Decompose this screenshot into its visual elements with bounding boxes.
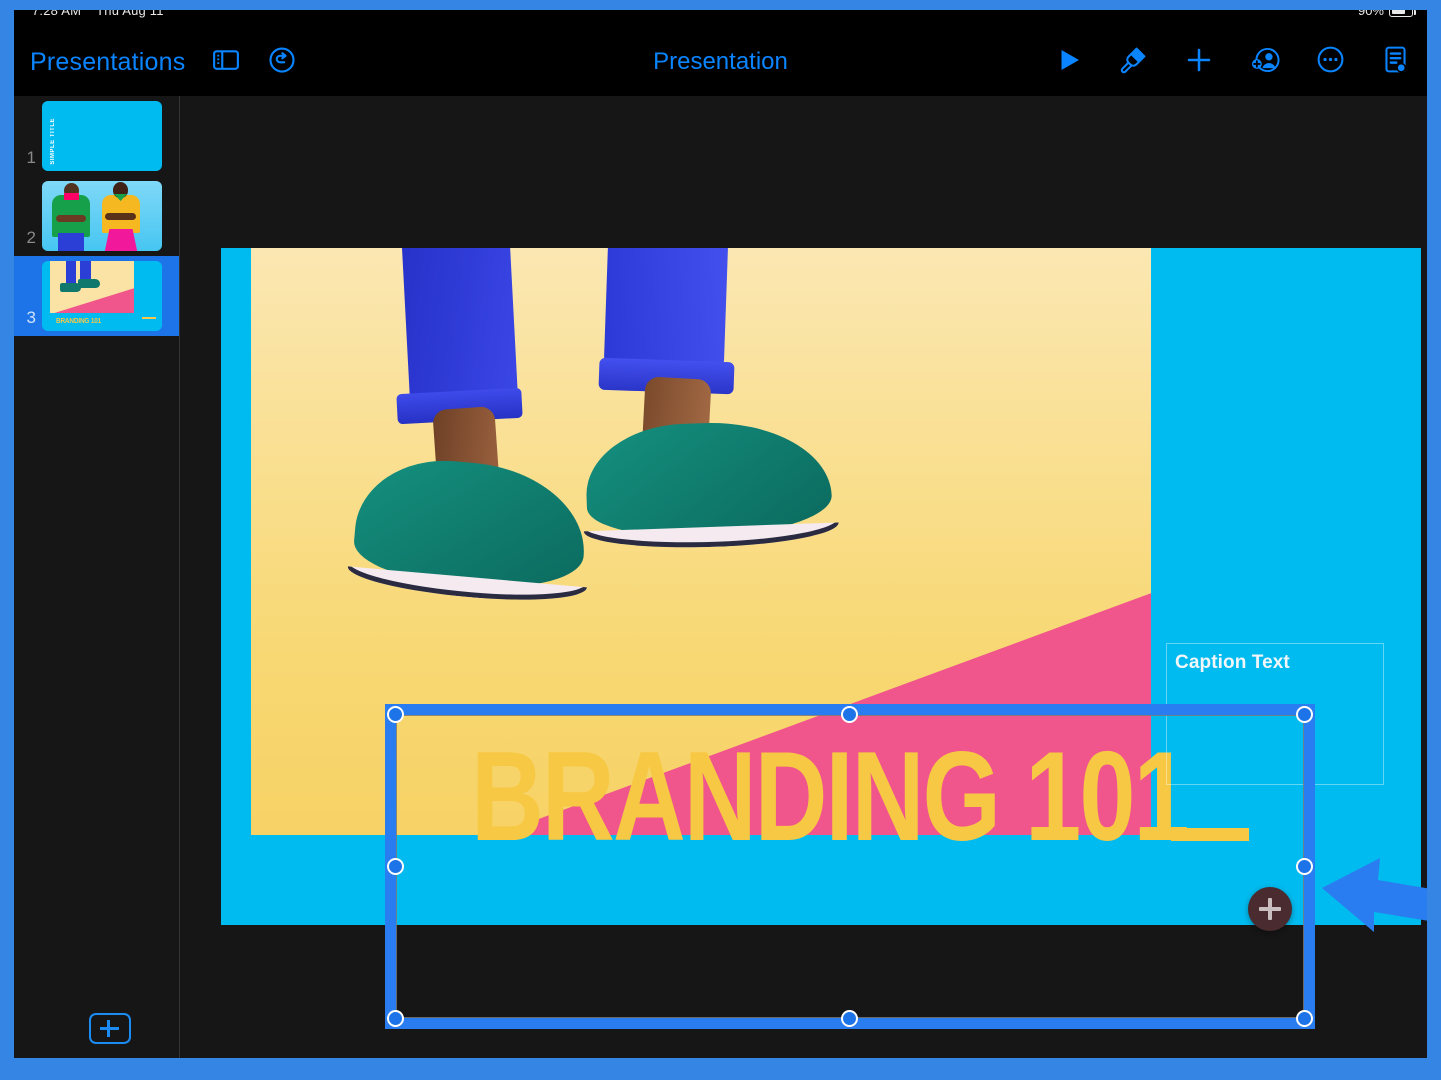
resize-handle-bottom-center[interactable]: [841, 1010, 858, 1027]
app-toolbar: Presentations Presentation: [14, 28, 1427, 96]
slide-title-text[interactable]: BRANDING 101: [471, 734, 1190, 860]
editor-body: 1 SIMPLE TITLE 2 3 BRANDING 101 BRANDING…: [14, 96, 1427, 1058]
slide-canvas[interactable]: BRANDING 101 Caption Text: [221, 248, 1421, 925]
shoe-left: [346, 453, 591, 608]
toolbar-left-group: Presentations: [14, 45, 297, 80]
caption-placeholder-box[interactable]: Caption Text: [1166, 643, 1384, 785]
status-bar-time: 7:28 AM: [32, 10, 82, 18]
trouser-leg-right: [603, 248, 729, 371]
sidebar-icon[interactable]: [211, 45, 241, 80]
add-person-icon[interactable]: [1249, 44, 1281, 81]
caption-placeholder-text: Caption Text: [1175, 652, 1290, 673]
resize-handle-top-left[interactable]: [387, 706, 404, 723]
undo-icon[interactable]: [267, 45, 297, 80]
back-to-presentations-button[interactable]: Presentations: [30, 48, 185, 77]
status-bar-right: 90%: [1357, 10, 1416, 18]
slide-thumbnail-image: BRANDING 101: [42, 261, 162, 331]
slide-thumbnail-1[interactable]: 1 SIMPLE TITLE: [14, 96, 179, 176]
slide-thumbnail-image: [42, 181, 162, 251]
status-bar-left: 7:28 AM Thu Aug 11: [32, 10, 164, 18]
resize-handle-bottom-left[interactable]: [387, 1010, 404, 1027]
resize-handle-middle-right[interactable]: [1296, 857, 1313, 875]
slide-navigator[interactable]: 1 SIMPLE TITLE 2 3 BRANDING 101: [14, 96, 180, 1058]
toolbar-right-group: [1054, 44, 1411, 81]
slide-thumbnail-image: SIMPLE TITLE: [42, 101, 162, 171]
add-object-button[interactable]: [1248, 887, 1292, 931]
resize-handle-middle-left[interactable]: [387, 857, 404, 875]
slide-thumbnail-2[interactable]: 2: [14, 176, 179, 256]
resize-handle-top-center[interactable]: [841, 706, 858, 723]
play-icon[interactable]: [1054, 45, 1084, 80]
resize-handle-top-right[interactable]: [1296, 706, 1313, 723]
status-bar-date: Thu Aug 11: [96, 10, 164, 18]
battery-percent-label: 90%: [1357, 10, 1384, 18]
keynote-app-window: 7:28 AM Thu Aug 11 90% Presentations Pre…: [14, 10, 1427, 1058]
thumbnail-title-1: SIMPLE TITLE: [50, 118, 56, 165]
paintbrush-icon[interactable]: [1118, 44, 1149, 80]
plus-icon[interactable]: [1183, 44, 1215, 81]
slide-canvas-area[interactable]: BRANDING 101 Caption Text: [180, 96, 1427, 1058]
trouser-leg-left: [401, 248, 519, 411]
slide-thumbnail-3[interactable]: 3 BRANDING 101: [14, 256, 179, 336]
shoe-right: [583, 418, 840, 552]
document-icon[interactable]: [1380, 44, 1411, 80]
resize-handle-bottom-right[interactable]: [1296, 1010, 1313, 1027]
thumbnail-title-3: BRANDING 101: [56, 318, 102, 325]
screenshot-root: 7:28 AM Thu Aug 11 90% Presentations Pre…: [0, 0, 1441, 1080]
yellow-accent-bar: [1171, 828, 1249, 841]
slide-number: 1: [26, 148, 36, 167]
add-slide-button[interactable]: [89, 1013, 131, 1044]
slide-number: 3: [26, 308, 36, 327]
battery-icon: [1389, 10, 1416, 17]
slide-number: 2: [26, 228, 36, 247]
ios-status-bar: 7:28 AM Thu Aug 11 90%: [14, 10, 1427, 30]
ellipsis-circle-icon[interactable]: [1315, 44, 1346, 80]
